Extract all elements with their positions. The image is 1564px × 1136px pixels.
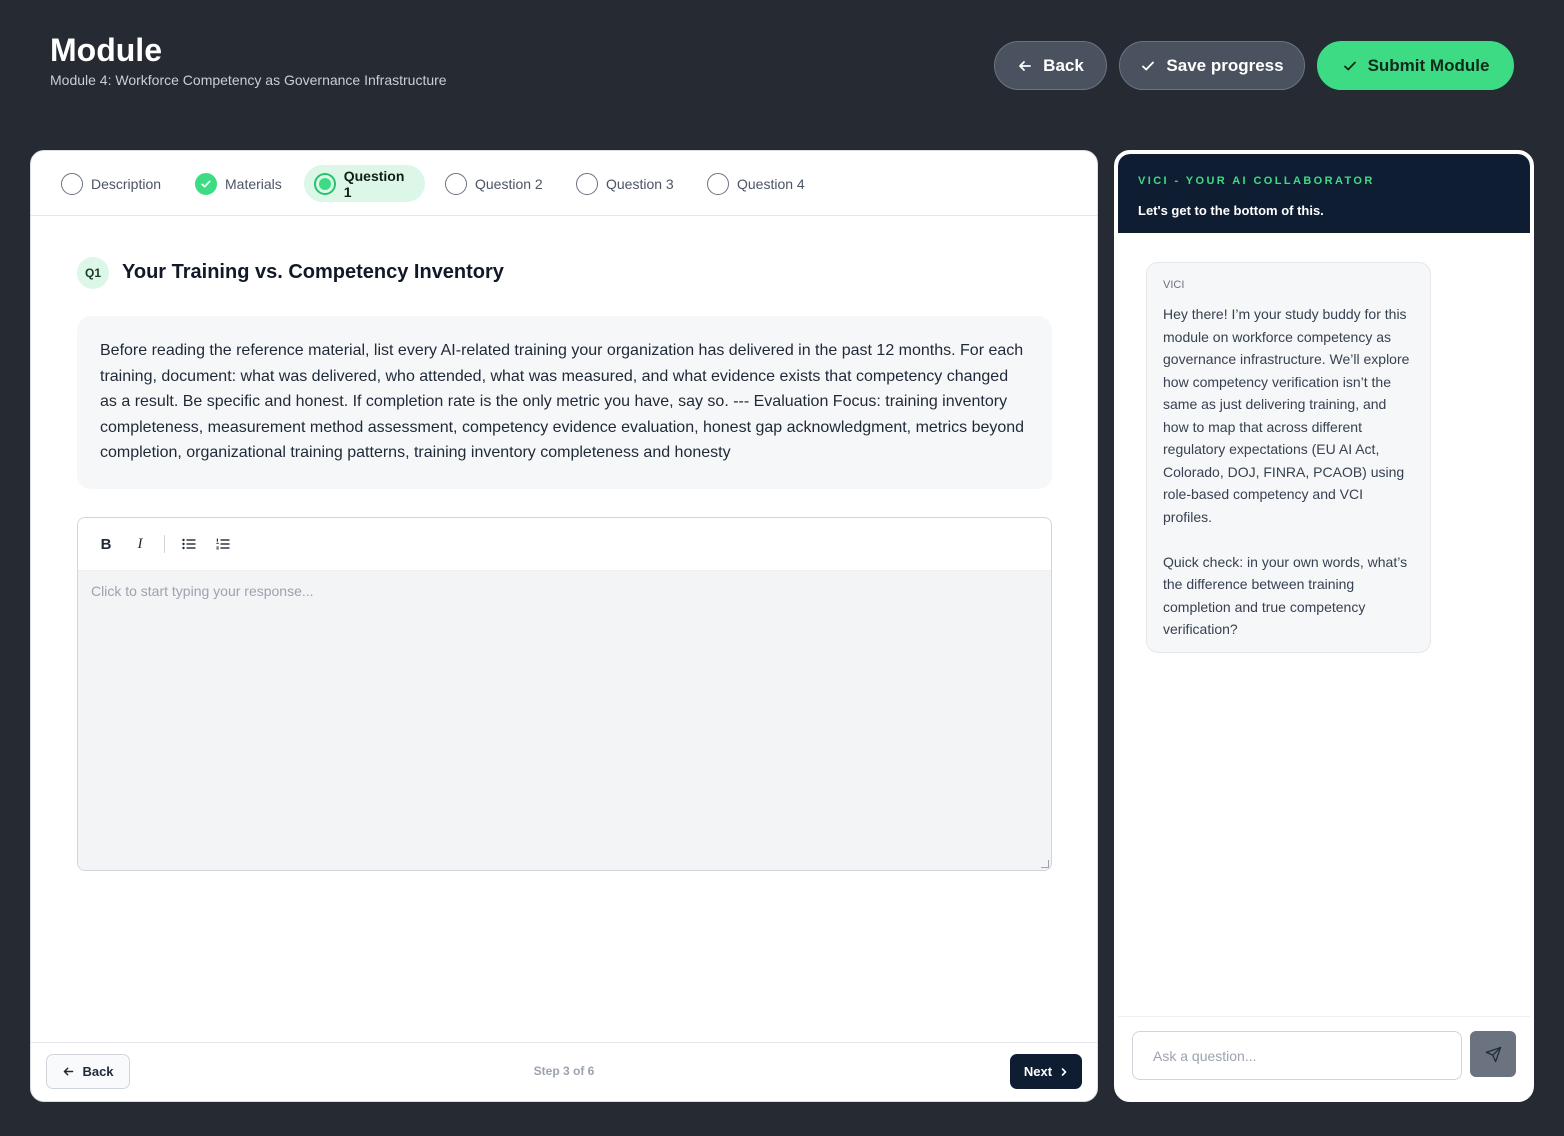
check-icon	[1343, 61, 1356, 70]
assistant-header: VICI - YOUR AI COLLABORATOR Let's get to…	[1118, 154, 1530, 233]
tab-label: Question 3	[606, 175, 674, 192]
assistant-input-bar	[1118, 1016, 1530, 1098]
question-title: Your Training vs. Competency Inventory	[122, 261, 504, 283]
page-subtitle: Module 4: Workforce Competency as Govern…	[50, 72, 447, 88]
tab-materials[interactable]: Materials	[185, 165, 292, 202]
check-circle-icon	[195, 172, 217, 195]
send-button[interactable]	[1470, 1031, 1516, 1077]
tab-label: Question 1	[343, 167, 405, 200]
bold-button[interactable]: B	[92, 530, 120, 558]
numbered-list-button[interactable]	[209, 530, 237, 558]
save-progress-label: Save progress	[1166, 55, 1284, 75]
header-back-button[interactable]: Back	[994, 41, 1107, 90]
assistant-panel: VICI - YOUR AI COLLABORATOR Let's get to…	[1114, 150, 1534, 1102]
tab-label: Question 2	[475, 175, 543, 192]
submit-module-label: Submit Module	[1367, 55, 1490, 75]
ask-question-input[interactable]	[1132, 1031, 1462, 1080]
next-button[interactable]: Next	[1010, 1054, 1082, 1089]
active-step-icon	[314, 172, 336, 195]
save-progress-button[interactable]: Save progress	[1119, 41, 1305, 90]
tab-label: Materials	[225, 175, 282, 192]
step-indicator: Step 3 of 6	[533, 1064, 595, 1078]
message-text: Hey there! I’m your study buddy for this…	[1163, 306, 1410, 637]
chevron-right-icon	[1061, 1067, 1067, 1076]
numbered-list-icon	[216, 538, 230, 550]
response-textarea[interactable]	[78, 571, 1051, 870]
step-circle-icon	[576, 172, 598, 195]
italic-button[interactable]: I	[126, 530, 154, 558]
toolbar-divider	[164, 535, 165, 553]
bullet-list-button[interactable]	[175, 530, 203, 558]
tab-question-3[interactable]: Question 3	[566, 165, 684, 202]
response-editor: B I	[77, 517, 1052, 871]
tab-label: Description	[91, 175, 162, 192]
step-circle-icon	[61, 172, 83, 195]
step-circle-icon	[445, 172, 467, 195]
arrow-left-icon	[1019, 60, 1032, 71]
send-icon	[1485, 1046, 1501, 1062]
assistant-kicker: VICI - YOUR AI COLLABORATOR	[1138, 175, 1375, 187]
next-label: Next	[1023, 1064, 1053, 1079]
module-panel: Description Materials Question 1 Questio…	[30, 150, 1098, 1102]
tab-label: Question 4	[737, 175, 805, 192]
header-back-label: Back	[1043, 55, 1084, 75]
page-header: Module Module 4: Workforce Competency as…	[0, 0, 1564, 130]
check-icon	[1142, 61, 1155, 70]
page-title: Module	[50, 32, 162, 68]
message-sender: VICI	[1163, 279, 1185, 291]
step-tabs: Description Materials Question 1 Questio…	[31, 151, 1097, 216]
step-circle-icon	[707, 172, 729, 195]
assistant-message: VICI Hey there! I’m your study buddy for…	[1146, 262, 1431, 653]
assistant-tagline: Let's get to the bottom of this.	[1138, 203, 1324, 218]
tab-question-4[interactable]: Question 4	[697, 165, 815, 202]
question-badge: Q1	[77, 257, 109, 289]
tab-description[interactable]: Description	[51, 165, 171, 202]
question-prompt: Before reading the reference material, l…	[77, 316, 1052, 489]
resize-handle-icon[interactable]	[1041, 860, 1049, 868]
panel-footer: Back Step 3 of 6 Next	[31, 1042, 1097, 1101]
bullet-list-icon	[182, 538, 196, 550]
tab-question-2[interactable]: Question 2	[435, 165, 553, 202]
submit-module-button[interactable]: Submit Module	[1317, 41, 1514, 90]
editor-toolbar: B I	[78, 518, 1051, 571]
tab-question-1[interactable]: Question 1	[304, 165, 425, 202]
